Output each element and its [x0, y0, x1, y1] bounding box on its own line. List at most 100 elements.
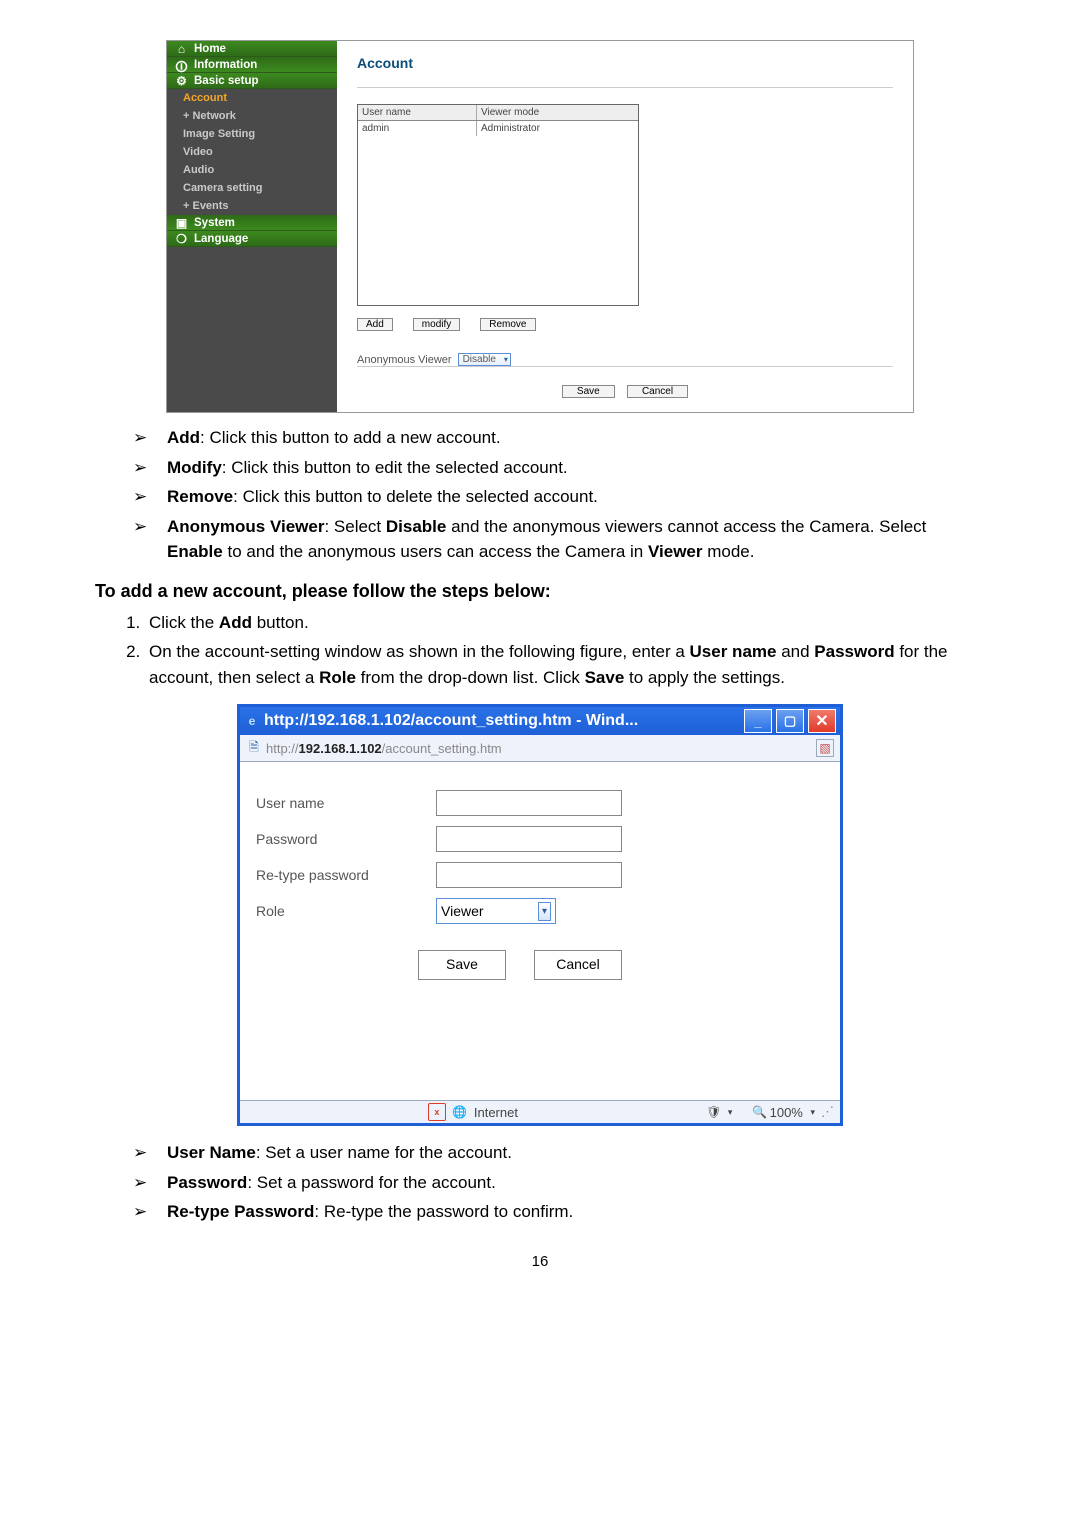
divider: [357, 87, 893, 88]
popup-blocked-icon[interactable]: x: [428, 1103, 446, 1121]
bullet-arrow-icon: ➢: [133, 1140, 167, 1166]
account-setting-dialog: e http://192.168.1.102/account_setting.h…: [237, 704, 843, 1126]
panel-title: Account: [357, 55, 893, 71]
label-pass: Password: [256, 831, 436, 847]
col-mode: Viewer mode: [477, 105, 638, 120]
button-description-list: ➢Add: Click this button to add a new acc…: [133, 425, 985, 565]
sidebar-home-label: Home: [194, 43, 226, 55]
desc-password: Password: Set a password for the account…: [167, 1170, 496, 1196]
label-user: User name: [256, 795, 436, 811]
dialog-body: User name Password Re-type password Role…: [240, 762, 840, 1100]
anon-value: Disable: [463, 354, 496, 365]
sidebar-system-label: System: [194, 217, 235, 229]
bullet-arrow-icon: ➢: [133, 425, 167, 451]
add-account-heading: To add a new account, please follow the …: [95, 581, 985, 602]
home-icon: ⌂: [175, 42, 188, 55]
chevron-down-icon: ▾: [810, 1107, 815, 1118]
field-description-list: ➢User Name: Set a user name for the acco…: [133, 1140, 985, 1225]
sidebar-sub-video[interactable]: Video: [167, 143, 337, 161]
bullet-arrow-icon: ➢: [133, 1199, 167, 1225]
gear-icon: ⚙: [175, 74, 188, 87]
cancel-button[interactable]: Cancel: [627, 385, 688, 398]
dialog-save-button[interactable]: Save: [418, 950, 506, 980]
protected-mode-icon[interactable]: 🛡: [706, 1104, 722, 1120]
desc-user: User Name: Set a user name for the accou…: [167, 1140, 512, 1166]
dialog-cancel-button[interactable]: Cancel: [534, 950, 622, 980]
system-icon: ▣: [175, 216, 188, 229]
step-2: On the account-setting window as shown i…: [145, 639, 985, 690]
anon-label: Anonymous Viewer: [357, 354, 452, 366]
role-select[interactable]: Viewer ▾: [436, 898, 556, 924]
bullet-arrow-icon: ➢: [133, 514, 167, 565]
anonymous-viewer-row: Anonymous Viewer Disable: [357, 353, 893, 366]
sidebar-sub-image[interactable]: Image Setting: [167, 125, 337, 143]
sidebar-language-label: Language: [194, 233, 248, 245]
sidebar-sub-events[interactable]: + Events: [167, 197, 337, 215]
page-icon: 🗎: [246, 740, 262, 756]
dialog-title: http://192.168.1.102/account_setting.htm…: [264, 712, 740, 730]
sidebar-system[interactable]: ▣ System: [167, 215, 337, 231]
retype-password-input[interactable]: [436, 862, 622, 888]
sidebar-information[interactable]: 🛈 Information: [167, 57, 337, 73]
bullet-arrow-icon: ➢: [133, 455, 167, 481]
zoom-icon: 🔍: [752, 1104, 768, 1120]
dialog-titlebar: e http://192.168.1.102/account_setting.h…: [240, 707, 840, 735]
modify-button[interactable]: modify: [413, 318, 460, 331]
status-bar: x 🌐 Internet 🛡 ▾ 🔍100% ▾ ⋰: [240, 1100, 840, 1123]
status-zone: Internet: [474, 1105, 518, 1120]
save-cancel-row: Save Cancel: [357, 366, 893, 398]
user-name-input[interactable]: [436, 790, 622, 816]
button-row: Add modify Remove: [357, 318, 893, 331]
desc-modify: Modify: Click this button to edit the se…: [167, 455, 568, 481]
desc-remove: Remove: Click this button to delete the …: [167, 484, 598, 510]
chevron-down-icon: ▾: [538, 902, 551, 921]
account-panel-screenshot: ⌂ Home 🛈 Information ⚙ Basic setup Account …: [166, 40, 914, 413]
account-content: Account User name Viewer mode admin Admi…: [337, 41, 913, 412]
label-repass: Re-type password: [256, 867, 436, 883]
globe-icon: ❍: [175, 232, 188, 245]
remove-button[interactable]: Remove: [480, 318, 535, 331]
cell-mode: Administrator: [477, 121, 638, 136]
sidebar-sub-camera[interactable]: Camera setting: [167, 179, 337, 197]
sidebar-fill: [167, 247, 337, 412]
anon-select[interactable]: Disable: [458, 353, 511, 366]
sidebar-sub-audio[interactable]: Audio: [167, 161, 337, 179]
desc-anon: Anonymous Viewer: Select Disable and the…: [167, 514, 985, 565]
role-value: Viewer: [441, 903, 484, 919]
chevron-down-icon[interactable]: ▾: [728, 1107, 733, 1118]
col-user: User name: [358, 105, 477, 120]
account-row[interactable]: admin Administrator: [358, 121, 638, 136]
cell-user: admin: [358, 121, 477, 136]
page-number: 16: [95, 1253, 985, 1270]
ie-icon: e: [244, 713, 260, 729]
sidebar-info-label: Information: [194, 59, 257, 71]
address-bar: 🗎 http://192.168.1.102/account_setting.h…: [240, 735, 840, 762]
maximize-button[interactable]: ▢: [776, 709, 804, 733]
internet-zone-icon: 🌐: [452, 1104, 468, 1120]
close-button[interactable]: ✕: [808, 709, 836, 733]
sidebar-basic-setup[interactable]: ⚙ Basic setup: [167, 73, 337, 89]
password-input[interactable]: [436, 826, 622, 852]
steps-list: Click the Add button. On the account-set…: [123, 610, 985, 691]
bullet-arrow-icon: ➢: [133, 484, 167, 510]
sidebar-language[interactable]: ❍ Language: [167, 231, 337, 247]
sidebar-sub-account[interactable]: Account: [167, 89, 337, 107]
broken-image-icon[interactable]: ▧: [816, 739, 834, 757]
account-table-header: User name Viewer mode: [358, 105, 638, 121]
sidebar-home[interactable]: ⌂ Home: [167, 41, 337, 57]
minimize-button[interactable]: _: [744, 709, 772, 733]
sidebar-basic-label: Basic setup: [194, 75, 259, 87]
add-button[interactable]: Add: [357, 318, 393, 331]
resize-grip-icon[interactable]: ⋰: [821, 1104, 834, 1120]
label-role: Role: [256, 903, 436, 919]
zoom-control[interactable]: 🔍100% ▾: [752, 1104, 815, 1120]
bullet-arrow-icon: ➢: [133, 1170, 167, 1196]
save-button[interactable]: Save: [562, 385, 615, 398]
desc-add: Add: Click this button to add a new acco…: [167, 425, 501, 451]
step-1: Click the Add button.: [145, 610, 985, 636]
desc-repassword: Re-type Password: Re-type the password t…: [167, 1199, 573, 1225]
sidebar: ⌂Home 🛈Information ⚙Basic setup Account …: [167, 41, 337, 412]
info-icon: 🛈: [175, 58, 188, 71]
url-text: http://192.168.1.102/account_setting.htm: [266, 741, 812, 756]
sidebar-sub-network[interactable]: + Network: [167, 107, 337, 125]
